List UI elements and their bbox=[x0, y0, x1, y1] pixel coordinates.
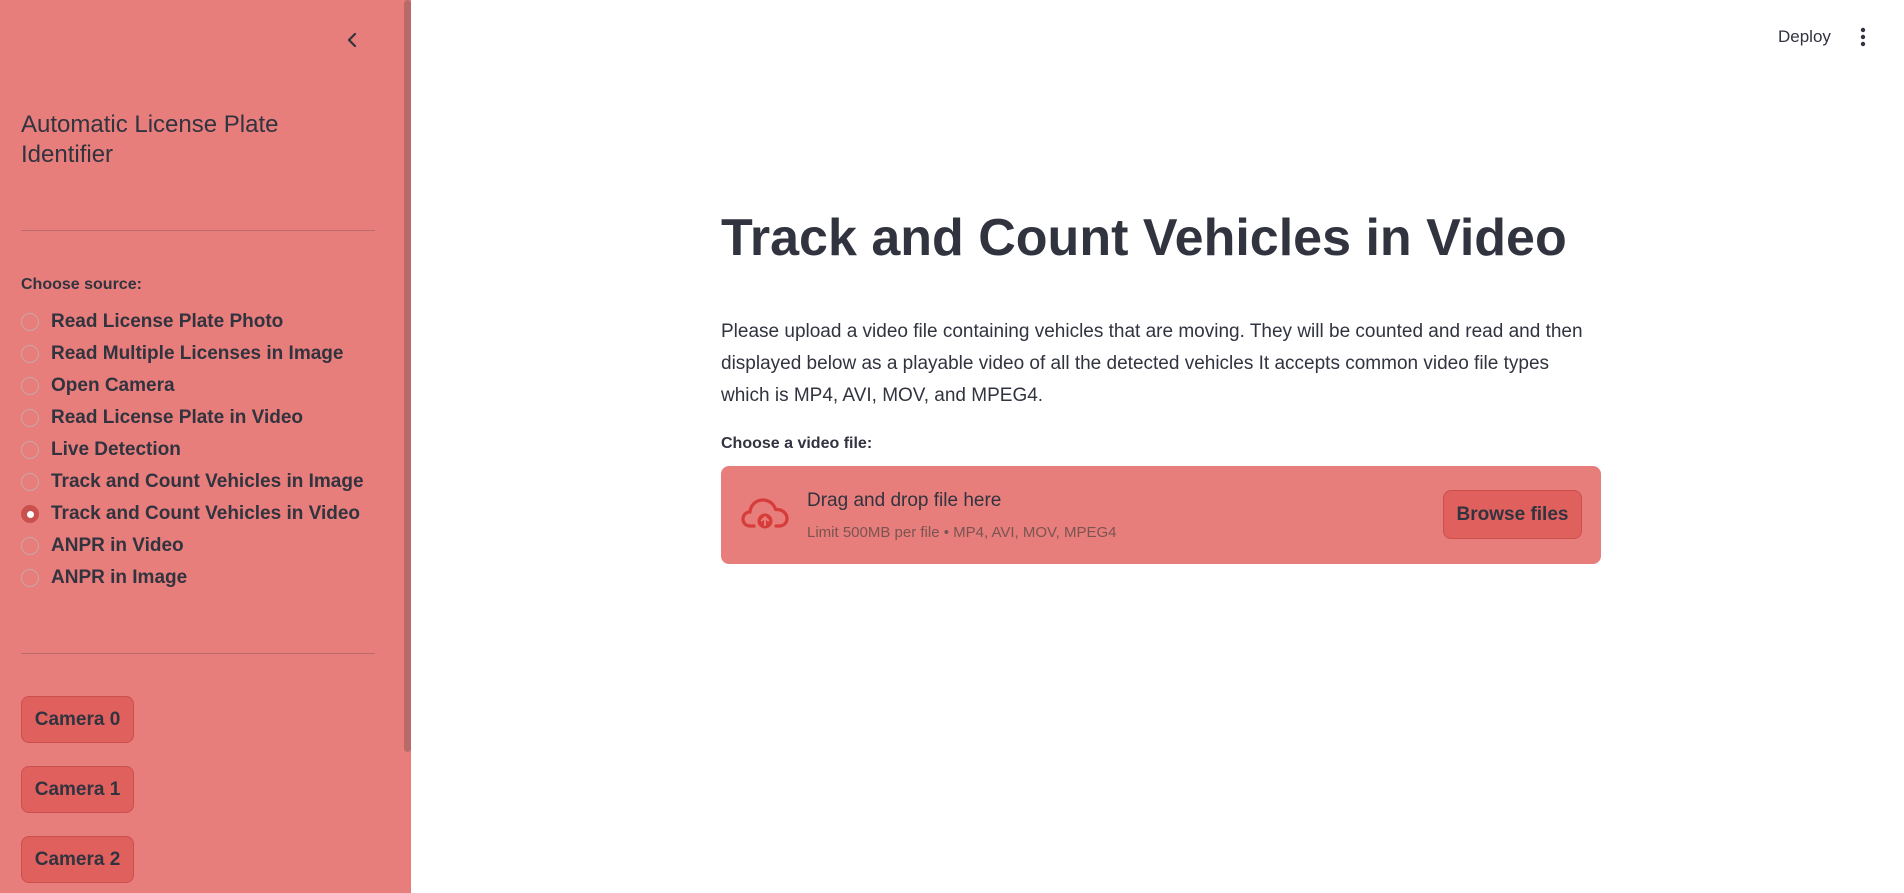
radio-unselected-icon[interactable] bbox=[21, 537, 39, 555]
source-radio-label: Track and Count Vehicles in Image bbox=[51, 471, 364, 492]
app-root: Automatic License Plate Identifier Choos… bbox=[0, 0, 1904, 893]
radio-unselected-icon[interactable] bbox=[21, 377, 39, 395]
source-radio-label: Read License Plate in Video bbox=[51, 407, 304, 428]
source-radio-label: Read Multiple Licenses in Image bbox=[51, 343, 344, 364]
source-radio-option[interactable]: Track and Count Vehicles in Video bbox=[21, 498, 391, 530]
source-radio-label: ANPR in Video bbox=[51, 535, 184, 556]
source-radio-option[interactable]: Live Detection bbox=[21, 434, 391, 466]
app-title: Automatic License Plate Identifier bbox=[21, 111, 279, 168]
chevron-left-icon bbox=[347, 32, 357, 48]
radio-selected-icon[interactable] bbox=[21, 505, 39, 523]
main-menu-button[interactable] bbox=[1855, 22, 1871, 52]
source-radio-label: Open Camera bbox=[51, 375, 175, 396]
sidebar: Automatic License Plate Identifier Choos… bbox=[0, 0, 411, 893]
sidebar-divider-bottom bbox=[21, 653, 375, 654]
source-radio-label: ANPR in Image bbox=[51, 567, 188, 588]
sidebar-divider-top bbox=[21, 230, 375, 231]
source-radio-label: Track and Count Vehicles in Video bbox=[51, 503, 361, 524]
radio-unselected-icon[interactable] bbox=[21, 409, 39, 427]
source-radio-label: Read License Plate Photo bbox=[51, 311, 284, 332]
file-dropzone[interactable]: Drag and drop file here Limit 500MB per … bbox=[721, 466, 1601, 564]
radio-unselected-icon[interactable] bbox=[21, 569, 39, 587]
camera-0-button[interactable]: Camera 0 bbox=[21, 696, 134, 743]
vertical-dots-icon bbox=[1860, 27, 1866, 47]
source-radio-group: Read License Plate Photo Read Multiple Li… bbox=[21, 306, 391, 594]
source-radio-option[interactable]: Open Camera bbox=[21, 370, 391, 402]
source-radio-option[interactable]: Read License Plate Photo bbox=[21, 306, 391, 338]
radio-unselected-icon[interactable] bbox=[21, 313, 39, 331]
sidebar-scrollbar[interactable] bbox=[404, 0, 411, 752]
page-description: Please upload a video file containing ve… bbox=[721, 321, 1583, 406]
source-radio-option[interactable]: Read License Plate in Video bbox=[21, 402, 391, 434]
source-radio-option[interactable]: ANPR in Video bbox=[21, 530, 391, 562]
source-label: Choose source: bbox=[21, 276, 142, 293]
dropzone-limit-text: Limit 500MB per file • MP4, AVI, MOV, MP… bbox=[807, 524, 1117, 541]
browse-files-button[interactable]: Browse files bbox=[1443, 490, 1582, 539]
page-title: Track and Count Vehicles in Video bbox=[721, 209, 1567, 267]
source-radio-label: Live Detection bbox=[51, 439, 181, 460]
source-radio-option[interactable]: Read Multiple Licenses in Image bbox=[21, 338, 391, 370]
dropzone-instruction: Drag and drop file here bbox=[807, 490, 1002, 511]
radio-unselected-icon[interactable] bbox=[21, 441, 39, 459]
collapse-sidebar-button[interactable] bbox=[338, 26, 366, 54]
source-radio-option[interactable]: Track and Count Vehicles in Image bbox=[21, 466, 391, 498]
deploy-button[interactable]: Deploy bbox=[1766, 22, 1843, 52]
cloud-upload-icon bbox=[741, 498, 789, 529]
source-radio-option[interactable]: ANPR in Image bbox=[21, 562, 391, 594]
uploader-label: Choose a video file: bbox=[721, 435, 873, 452]
camera-1-button[interactable]: Camera 1 bbox=[21, 766, 134, 813]
camera-2-button[interactable]: Camera 2 bbox=[21, 836, 134, 883]
radio-unselected-icon[interactable] bbox=[21, 345, 39, 363]
radio-unselected-icon[interactable] bbox=[21, 473, 39, 491]
